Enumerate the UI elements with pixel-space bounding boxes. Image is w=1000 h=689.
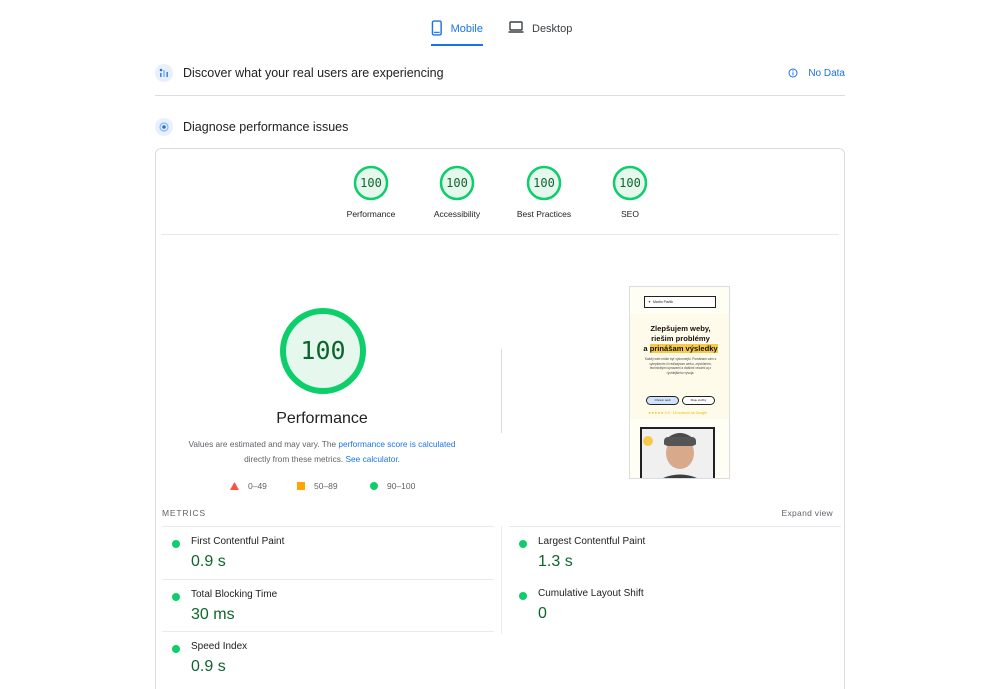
metric-value: 0.9 s bbox=[191, 553, 226, 570]
circle-icon bbox=[370, 482, 378, 490]
screenshot-headline: Zlepšujem weby, riešim problémy a prináš… bbox=[634, 324, 727, 354]
performance-title: Performance bbox=[276, 410, 368, 427]
legend-pass: 90–100 bbox=[370, 481, 415, 491]
card-divider bbox=[161, 234, 839, 235]
section-divider bbox=[155, 95, 845, 96]
gauge-label: Performance bbox=[346, 209, 396, 219]
pass-indicator bbox=[519, 592, 527, 600]
metric-name: Largest Contentful Paint bbox=[538, 536, 646, 547]
gauge-score: 100 bbox=[446, 176, 468, 190]
gauge-score: 100 bbox=[360, 176, 382, 190]
metrics-heading: METRICS bbox=[162, 508, 206, 518]
performance-note: Values are estimated and may vary. The p… bbox=[186, 437, 458, 467]
legend-fail-label: 0–49 bbox=[248, 481, 267, 491]
metric-lcp: Largest Contentful Paint 1.3 s bbox=[509, 526, 841, 578]
smartphone-icon bbox=[431, 20, 442, 36]
vertical-divider bbox=[501, 349, 502, 433]
calculator-link[interactable]: See calculator bbox=[346, 454, 398, 464]
gauge-accessibility[interactable]: 100 Accessibility bbox=[412, 165, 502, 219]
final-screenshot[interactable]: ✦ Martin Pavlik Zlepšujem weby, riešim p… bbox=[629, 286, 730, 479]
pass-indicator bbox=[172, 593, 180, 601]
screenshot-button-primary: Chcem web bbox=[646, 396, 679, 405]
metrics-divider bbox=[501, 526, 502, 634]
users-icon bbox=[155, 64, 173, 82]
tab-mobile[interactable]: Mobile bbox=[431, 18, 483, 46]
screenshot-nav: ✦ Martin Pavlik bbox=[644, 296, 716, 308]
lab-data-section: Diagnose performance issues bbox=[155, 112, 845, 142]
screenshot-brand: Martin Pavlik bbox=[652, 300, 673, 304]
screenshot-button-secondary: Moje služby bbox=[682, 396, 715, 405]
logo-icon: ✦ bbox=[648, 300, 651, 304]
tab-desktop[interactable]: Desktop bbox=[508, 18, 572, 46]
portrait-photo bbox=[640, 427, 715, 478]
pass-indicator bbox=[519, 540, 527, 548]
metric-fcp: First Contentful Paint 0.9 s bbox=[162, 526, 494, 578]
square-icon bbox=[297, 482, 305, 490]
note-text: Values are estimated and may vary. The bbox=[188, 439, 339, 449]
gauge-label: Accessibility bbox=[433, 209, 481, 219]
no-data-label: No Data bbox=[808, 67, 845, 79]
no-data-indicator[interactable]: No Data bbox=[788, 68, 845, 79]
metric-cls: Cumulative Layout Shift 0 bbox=[509, 579, 841, 631]
category-gauges: 100 Performance 100 Accessibility 100 Be… bbox=[156, 165, 846, 225]
gauge-performance[interactable]: 100 Performance bbox=[326, 165, 416, 219]
metric-name: Speed Index bbox=[191, 641, 248, 652]
metric-name: First Contentful Paint bbox=[191, 536, 285, 547]
screenshot-rating: ★★★★★ 4.9 · 15 recenzií na Google bbox=[648, 411, 707, 415]
metric-name: Cumulative Layout Shift bbox=[538, 588, 644, 599]
pass-indicator bbox=[172, 540, 180, 548]
legend-average: 50–89 bbox=[297, 481, 338, 491]
field-data-title: Discover what your real users are experi… bbox=[183, 66, 444, 80]
screenshot-subtext: Každý web môže byť výkonnejší. Pomáham v… bbox=[644, 357, 717, 375]
laptop-icon bbox=[508, 21, 524, 33]
metric-value: 0 bbox=[538, 605, 547, 622]
metric-name: Total Blocking Time bbox=[191, 589, 278, 600]
metric-tbt: Total Blocking Time 30 ms bbox=[162, 579, 494, 631]
headline-line: riešim problémy bbox=[651, 334, 710, 343]
score-legend: 0–49 50–89 90–100 bbox=[228, 481, 428, 495]
performance-score: 100 bbox=[300, 336, 346, 365]
metric-si: Speed Index 0.9 s bbox=[162, 631, 494, 683]
gauge-score: 100 bbox=[619, 176, 641, 190]
gauge-seo[interactable]: 100 SEO bbox=[585, 165, 675, 219]
metric-value: 30 ms bbox=[191, 606, 235, 623]
lab-data-title: Diagnose performance issues bbox=[183, 120, 349, 134]
headline-text: a bbox=[643, 344, 650, 353]
metric-value: 1.3 s bbox=[538, 553, 573, 570]
person-photo-icon bbox=[642, 429, 713, 478]
performance-score-link[interactable]: performance score is calculated bbox=[338, 439, 455, 449]
legend-fail: 0–49 bbox=[230, 481, 267, 491]
tab-mobile-label: Mobile bbox=[450, 23, 483, 35]
gauge-label: Best Practices bbox=[516, 209, 572, 219]
legend-average-label: 50–89 bbox=[314, 481, 338, 491]
note-text: . bbox=[397, 454, 400, 464]
headline-line: a prinášam výsledky bbox=[634, 344, 727, 354]
info-icon bbox=[788, 68, 798, 78]
gauge-best-practices[interactable]: 100 Best Practices bbox=[499, 165, 589, 219]
expand-view-toggle[interactable]: Expand view bbox=[782, 508, 834, 518]
tab-desktop-label: Desktop bbox=[532, 23, 573, 35]
device-tabs: Mobile Desktop bbox=[0, 0, 1000, 46]
diagnose-icon bbox=[155, 118, 173, 136]
performance-gauge: 100 bbox=[278, 306, 368, 396]
field-data-section: Discover what your real users are experi… bbox=[155, 58, 845, 88]
gauge-score: 100 bbox=[533, 176, 555, 190]
pass-indicator bbox=[172, 645, 180, 653]
note-text: directly from these metrics. bbox=[244, 454, 346, 464]
gauge-label: SEO bbox=[621, 209, 639, 219]
metric-value: 0.9 s bbox=[191, 658, 226, 675]
legend-pass-label: 90–100 bbox=[387, 481, 416, 491]
report-card: 100 Performance 100 Accessibility 100 Be… bbox=[155, 148, 845, 689]
headline-highlight: prinášam výsledky bbox=[649, 344, 718, 353]
headline-line: Zlepšujem weby, bbox=[650, 324, 711, 333]
triangle-icon bbox=[230, 482, 239, 490]
screenshot-buttons: Chcem web Moje služby bbox=[646, 396, 715, 405]
